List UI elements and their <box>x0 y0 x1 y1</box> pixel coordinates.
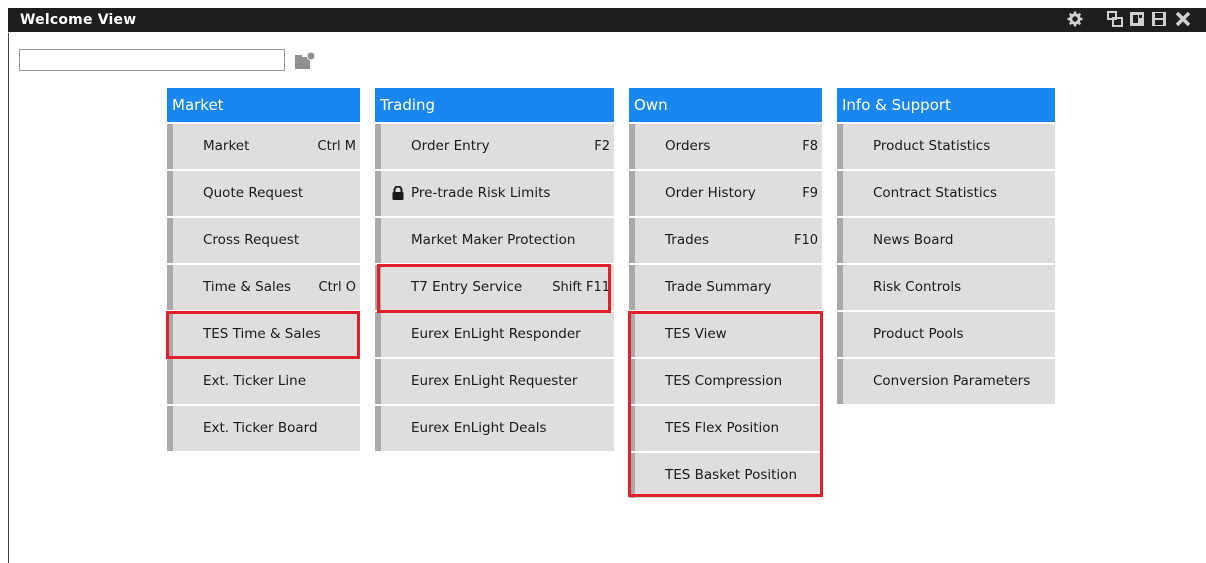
window-left-border <box>8 33 9 563</box>
menu-item-label: Conversion Parameters <box>873 373 1031 389</box>
menu-item-shortcut: Ctrl M <box>317 139 356 154</box>
menu-item-pre-trade-risk-limits[interactable]: Pre-trade Risk Limits <box>375 171 614 216</box>
menu-item-ext-ticker-board[interactable]: Ext. Ticker Board <box>167 406 360 451</box>
menu-item-label: TES Compression <box>665 373 783 389</box>
menu-item-label: Product Pools <box>873 326 964 342</box>
menu-item-shortcut: Shift F11 <box>552 280 610 295</box>
menu-item-label: TES Flex Position <box>665 420 780 436</box>
market-column: Market Market Ctrl M Quote Request Cross … <box>167 88 360 451</box>
menu-item-label: Orders <box>665 138 711 154</box>
menu-item-label: Time & Sales <box>203 279 292 295</box>
menu-item-eurex-enlight-responder[interactable]: Eurex EnLight Responder <box>375 312 614 357</box>
info-support-column: Info & Support Product Statistics Contra… <box>837 88 1055 404</box>
menu-item-market[interactable]: Market Ctrl M <box>167 124 360 169</box>
menu-item-tes-flex-position[interactable]: TES Flex Position <box>629 406 822 451</box>
menu-item-order-history[interactable]: Order History F9 <box>629 171 822 216</box>
menu-item-eurex-enlight-requester[interactable]: Eurex EnLight Requester <box>375 359 614 404</box>
menu-item-contract-statistics[interactable]: Contract Statistics <box>837 171 1055 216</box>
trading-column: Trading Order Entry F2 Pre-trade Risk Lim… <box>375 88 614 451</box>
menu-item-label: Trade Summary <box>665 279 772 295</box>
menu-item-orders[interactable]: Orders F8 <box>629 124 822 169</box>
menu-item-news-board[interactable]: News Board <box>837 218 1055 263</box>
menu-item-label: Cross Request <box>203 232 300 248</box>
restore-window-icon[interactable] <box>1128 11 1146 29</box>
menu-item-t7-entry-service[interactable]: T7 Entry Service Shift F11 <box>375 265 614 310</box>
tile-windows-icon[interactable] <box>1106 11 1124 29</box>
menu-item-eurex-enlight-deals[interactable]: Eurex EnLight Deals <box>375 406 614 451</box>
close-icon[interactable] <box>1174 11 1192 29</box>
menu-item-tes-basket-position[interactable]: TES Basket Position <box>629 453 822 498</box>
menu-item-label: Eurex EnLight Responder <box>411 326 581 342</box>
menu-item-order-entry[interactable]: Order Entry F2 <box>375 124 614 169</box>
menu-item-shortcut: F10 <box>793 233 818 248</box>
menu-item-shortcut: F8 <box>802 139 818 154</box>
menu-item-label: Contract Statistics <box>873 185 998 201</box>
trading-column-header: Trading <box>375 88 614 122</box>
window-title: Welcome View <box>20 12 137 28</box>
menu-item-time-and-sales[interactable]: Time & Sales Ctrl O <box>167 265 360 310</box>
lock-icon <box>391 185 405 200</box>
menu-item-label: Order History <box>665 185 756 201</box>
menu-item-label: Ext. Ticker Board <box>203 420 318 436</box>
info-support-column-header: Info & Support <box>837 88 1055 122</box>
window-title-bar: Welcome View <box>0 0 1206 33</box>
menu-item-cross-request[interactable]: Cross Request <box>167 218 360 263</box>
menu-item-label: Market Maker Protection <box>411 232 576 248</box>
menu-item-label: Eurex EnLight Requester <box>411 373 578 389</box>
menu-item-label: TES Basket Position <box>665 467 797 483</box>
menu-item-market-maker-protection[interactable]: Market Maker Protection <box>375 218 614 263</box>
menu-item-trades[interactable]: Trades F10 <box>629 218 822 263</box>
menu-item-label: Pre-trade Risk Limits <box>411 185 551 201</box>
menu-item-label: Market <box>203 138 250 154</box>
menu-item-trade-summary[interactable]: Trade Summary <box>629 265 822 310</box>
menu-item-label: Product Statistics <box>873 138 991 154</box>
menu-item-label: Eurex EnLight Deals <box>411 420 547 436</box>
gear-icon[interactable] <box>1066 11 1084 29</box>
menu-item-shortcut: F2 <box>594 139 610 154</box>
menu-item-risk-controls[interactable]: Risk Controls <box>837 265 1055 310</box>
folder-icon[interactable] <box>294 51 318 71</box>
menu-item-label: Trades <box>665 232 709 248</box>
menu-item-label: Order Entry <box>411 138 490 154</box>
own-column-header: Own <box>629 88 822 122</box>
menu-item-product-pools[interactable]: Product Pools <box>837 312 1055 357</box>
save-icon[interactable] <box>1150 11 1168 29</box>
menu-item-conversion-parameters[interactable]: Conversion Parameters <box>837 359 1055 404</box>
menu-item-label: TES Time & Sales <box>203 326 321 342</box>
menu-item-shortcut: F9 <box>802 186 818 201</box>
menu-item-label: TES View <box>665 326 727 342</box>
menu-item-label: T7 Entry Service <box>411 279 523 295</box>
market-column-header: Market <box>167 88 360 122</box>
menu-item-label: Quote Request <box>203 185 304 201</box>
menu-item-product-statistics[interactable]: Product Statistics <box>837 124 1055 169</box>
own-column: Own Orders F8 Order History F9 Trades F10 T… <box>629 88 822 498</box>
menu-item-tes-compression[interactable]: TES Compression <box>629 359 822 404</box>
menu-item-label: Risk Controls <box>873 279 962 295</box>
menu-item-label: Ext. Ticker Line <box>203 373 307 389</box>
menu-item-ext-ticker-line[interactable]: Ext. Ticker Line <box>167 359 360 404</box>
menu-item-label: News Board <box>873 232 954 248</box>
title-bar-background: Welcome View <box>8 8 1206 32</box>
menu-item-shortcut: Ctrl O <box>318 280 357 295</box>
search-input[interactable] <box>19 49 285 71</box>
menu-item-quote-request[interactable]: Quote Request <box>167 171 360 216</box>
menu-item-tes-view[interactable]: TES View <box>629 312 822 357</box>
menu-item-tes-time-and-sales[interactable]: TES Time & Sales <box>167 312 360 357</box>
